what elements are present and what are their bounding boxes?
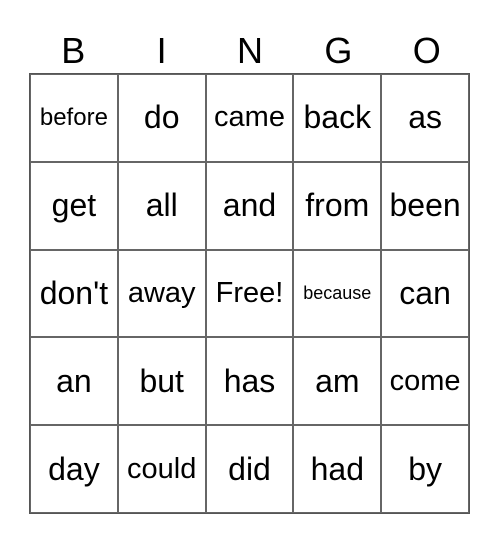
bingo-cell[interactable]: do (117, 74, 206, 162)
bingo-cell[interactable]: get (30, 161, 118, 250)
header-letter-b: B (61, 30, 86, 71)
bingo-cell[interactable]: as (381, 74, 469, 162)
bingo-cell[interactable]: had (293, 425, 382, 513)
bingo-card-grid: before do came back as get all and from … (29, 73, 470, 514)
bingo-cell[interactable]: because (293, 249, 382, 338)
bingo-cell[interactable]: but (117, 337, 206, 426)
bingo-header: B I N G O (29, 30, 471, 72)
header-letter-g: G (324, 30, 353, 71)
free-space-cell[interactable]: Free! (205, 249, 294, 338)
bingo-cell[interactable]: back (293, 74, 382, 162)
bingo-cell[interactable]: been (381, 161, 469, 250)
bingo-cell[interactable]: all (117, 161, 206, 250)
bingo-cell[interactable]: an (30, 337, 118, 426)
header-letter-n: N (236, 30, 263, 71)
bingo-cell[interactable]: day (30, 425, 118, 513)
header-letter-o: O (412, 30, 441, 71)
bingo-cell[interactable]: before (30, 74, 118, 162)
bingo-cell[interactable]: away (117, 249, 206, 338)
bingo-cell[interactable]: come (381, 337, 469, 426)
bingo-cell[interactable]: did (205, 425, 294, 513)
bingo-cell[interactable]: has (205, 337, 294, 426)
bingo-cell[interactable]: don't (30, 249, 118, 338)
bingo-cell[interactable]: could (117, 425, 206, 513)
bingo-cell[interactable]: am (293, 337, 382, 426)
bingo-cell[interactable]: by (381, 425, 469, 513)
bingo-cell[interactable]: from (293, 161, 382, 250)
header-letter-i: I (156, 30, 167, 71)
bingo-cell[interactable]: came (205, 74, 294, 162)
bingo-cell[interactable]: can (381, 249, 469, 338)
bingo-cell[interactable]: and (205, 161, 294, 250)
